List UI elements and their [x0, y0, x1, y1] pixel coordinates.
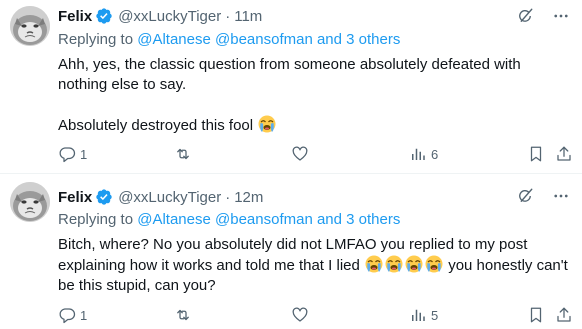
view-count: 6	[431, 146, 439, 162]
tweet-text: Ahh, yes, the classic question from some…	[58, 55, 573, 136]
timestamp[interactable]: 11m	[234, 8, 262, 25]
share-button[interactable]	[555, 305, 573, 325]
mention-link[interactable]: @beansofman	[215, 31, 313, 48]
replying-to: Replying to @Altanese @beansofman and 3 …	[58, 31, 400, 48]
views-button[interactable]: 5	[409, 305, 438, 325]
loudly-crying-face-icon	[385, 255, 403, 273]
loudly-crying-face-icon	[405, 255, 423, 273]
top-right-actions	[516, 7, 570, 25]
tweet-text: Bitch, where? No you absolutely did not …	[58, 235, 573, 296]
views-button[interactable]: 6	[409, 144, 438, 164]
tweet-header: Felix @xxLuckyTiger · 12m	[58, 187, 263, 207]
like-button[interactable]	[291, 305, 309, 325]
loudly-crying-face-icon	[365, 255, 383, 273]
more-options-icon[interactable]	[552, 7, 570, 25]
author-handle[interactable]: @xxLuckyTiger	[118, 8, 221, 25]
replying-to-label: Replying to	[58, 31, 138, 48]
others-link[interactable]: and 3 others	[317, 211, 400, 228]
view-count: 5	[431, 307, 439, 323]
avatar[interactable]	[10, 6, 50, 46]
author-name[interactable]: Felix	[58, 189, 92, 206]
verified-badge-icon	[95, 188, 113, 206]
reply-count: 1	[80, 307, 88, 323]
separator-dot: ·	[225, 7, 231, 25]
tweet-text-line: Absolutely destroyed this fool	[58, 117, 254, 134]
bookmark-button[interactable]	[527, 144, 545, 164]
top-right-actions	[516, 187, 570, 205]
more-options-icon[interactable]	[552, 187, 570, 205]
grok-icon[interactable]	[516, 187, 534, 205]
reply-count: 1	[80, 146, 88, 162]
replying-to-label: Replying to	[58, 211, 138, 228]
avatar[interactable]	[10, 182, 50, 222]
tweet-header: Felix @xxLuckyTiger · 11m	[58, 6, 262, 26]
like-button[interactable]	[291, 144, 309, 164]
action-bar: 1 5	[58, 305, 573, 325]
mention-link[interactable]: @Altanese	[137, 31, 211, 48]
separator-dot: ·	[225, 188, 231, 206]
reply-button[interactable]: 1	[58, 144, 87, 164]
author-name[interactable]: Felix	[58, 8, 92, 25]
reply-button[interactable]: 1	[58, 305, 87, 325]
share-button[interactable]	[555, 144, 573, 164]
grok-icon[interactable]	[516, 7, 534, 25]
loudly-crying-face-icon	[258, 115, 276, 133]
bookmark-button[interactable]	[527, 305, 545, 325]
retweet-button[interactable]	[174, 305, 192, 325]
author-handle[interactable]: @xxLuckyTiger	[118, 189, 221, 206]
loudly-crying-face-icon	[425, 255, 443, 273]
tweet[interactable]: Felix @xxLuckyTiger · 12m Replying to @A…	[0, 174, 582, 329]
tweet[interactable]: Felix @xxLuckyTiger · 11m Replying to @A…	[0, 0, 582, 174]
verified-badge-icon	[95, 7, 113, 25]
replying-to: Replying to @Altanese @beansofman and 3 …	[58, 211, 400, 228]
mention-link[interactable]: @beansofman	[215, 211, 313, 228]
timestamp[interactable]: 12m	[234, 189, 263, 206]
retweet-button[interactable]	[174, 144, 192, 164]
action-bar: 1 6	[58, 144, 573, 164]
reply-feed: Felix @xxLuckyTiger · 11m Replying to @A…	[0, 0, 582, 329]
others-link[interactable]: and 3 others	[317, 31, 400, 48]
tweet-text-line: Ahh, yes, the classic question from some…	[58, 56, 525, 93]
mention-link[interactable]: @Altanese	[137, 211, 211, 228]
